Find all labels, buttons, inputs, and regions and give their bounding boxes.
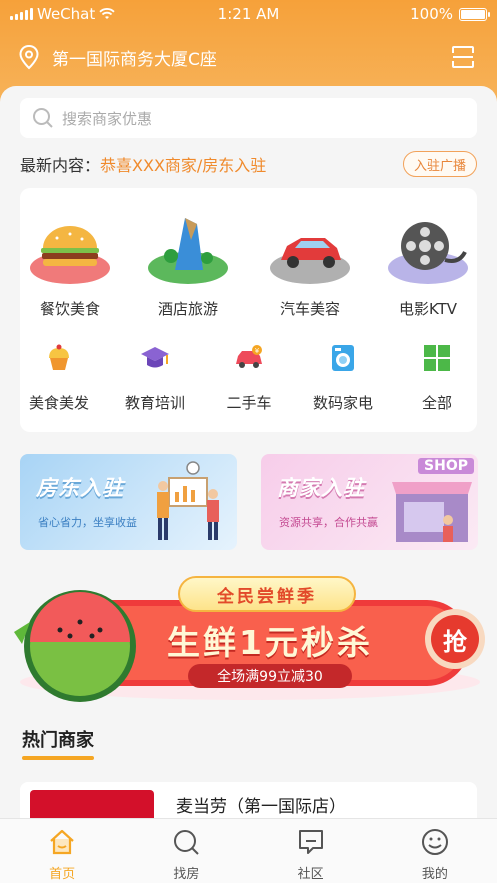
grab-button[interactable]: 抢 bbox=[431, 622, 479, 656]
tab-label: 首页 bbox=[49, 867, 76, 882]
join-broadcast-button[interactable]: 入驻广播 bbox=[402, 151, 477, 177]
news-ticker: 最新内容： 恭喜XXX商家/房东入驻 入驻广播 bbox=[20, 150, 477, 178]
tab-home[interactable]: 首页 bbox=[0, 819, 124, 883]
location-text: 第一国际商务大厦C座 bbox=[52, 49, 217, 70]
category-digital-appliance[interactable]: 数码家电 bbox=[298, 342, 388, 413]
category-label: 餐饮美食 bbox=[39, 300, 100, 318]
category-label: 二手车 bbox=[226, 394, 272, 412]
category-label: 全部 bbox=[421, 394, 452, 412]
profile-icon bbox=[421, 829, 448, 855]
battery-icon bbox=[459, 7, 490, 21]
category-car-care[interactable]: 汽车美容 bbox=[262, 210, 358, 319]
flash-sale-subline: 全场满99立减30 bbox=[188, 664, 352, 688]
community-icon bbox=[298, 830, 323, 854]
category-label: 汽车美容 bbox=[279, 300, 340, 318]
search-house-icon bbox=[174, 830, 200, 855]
category-label: 酒店旅游 bbox=[157, 300, 218, 318]
bottom-tab-bar: 首页 找房 社区 我的 bbox=[0, 818, 497, 883]
landlord-banner-subtitle: 省心省力，坐享收益 bbox=[38, 516, 137, 529]
island-icon bbox=[148, 218, 228, 284]
news-label: 最新内容： bbox=[20, 156, 101, 175]
flash-sale-banner[interactable]: 全民尝鲜季 生鲜1元秒杀 全场满99立减30 抢 bbox=[0, 572, 497, 702]
location-pin-icon bbox=[19, 44, 39, 70]
flash-sale-headline: 生鲜1元秒杀 bbox=[167, 623, 373, 662]
flash-sale-tag: 全民尝鲜季 bbox=[178, 576, 356, 612]
flash-sale-subline-text: 全场满99立减30 bbox=[217, 669, 323, 685]
used-car-icon: ¥ bbox=[236, 345, 262, 368]
category-label: 电影KTV bbox=[398, 300, 458, 318]
tab-label: 找房 bbox=[173, 867, 200, 882]
status-bar: WeChat 1:21 AM 100% bbox=[0, 0, 497, 30]
hot-merchants-underline bbox=[22, 756, 94, 760]
battery-label: 100% bbox=[410, 5, 453, 23]
search-bar[interactable]: 搜索商家优惠 bbox=[20, 98, 477, 138]
tab-label: 我的 bbox=[421, 867, 448, 882]
shop-sign: SHOP bbox=[418, 458, 474, 474]
tab-profile[interactable]: 我的 bbox=[373, 819, 497, 883]
category-education[interactable]: 教育培训 bbox=[110, 342, 200, 413]
category-food-hair[interactable]: 美食美发 bbox=[14, 342, 104, 413]
search-icon bbox=[33, 108, 53, 128]
news-headline[interactable]: 恭喜XXX商家/房东入驻 bbox=[100, 152, 266, 176]
tab-community[interactable]: 社区 bbox=[249, 819, 373, 883]
graduation-cap-icon bbox=[141, 347, 169, 368]
location-bar[interactable]: 第一国际商务大厦C座 bbox=[18, 40, 479, 74]
scan-icon[interactable] bbox=[449, 43, 477, 71]
landlord-banner-title: 房东入驻 bbox=[36, 476, 124, 500]
category-grid: 餐饮美食 酒店旅游 汽车美容 电影KTV 美食美发 教育培训 ¥ 二手车 数码家… bbox=[20, 188, 477, 432]
category-movie-ktv[interactable]: 电影KTV bbox=[380, 210, 476, 319]
landlord-join-banner[interactable]: 房东入驻 省心省力，坐享收益 bbox=[20, 454, 237, 550]
tab-find-house[interactable]: 找房 bbox=[124, 819, 248, 883]
merchant-banner-subtitle: 资源共享，合作共赢 bbox=[279, 516, 378, 529]
car-icon bbox=[270, 238, 350, 284]
film-reel-icon bbox=[388, 222, 468, 284]
cake-icon bbox=[49, 344, 69, 370]
washing-machine-icon bbox=[332, 345, 354, 371]
burger-icon bbox=[30, 226, 110, 284]
merchant-banner-title: 商家入驻 bbox=[277, 476, 365, 500]
home-icon bbox=[50, 829, 74, 855]
category-all[interactable]: 全部 bbox=[392, 342, 482, 413]
category-label: 美食美发 bbox=[28, 394, 89, 412]
category-label: 数码家电 bbox=[312, 394, 373, 412]
grid-icon bbox=[424, 345, 450, 371]
flash-sale-tag-text: 全民尝鲜季 bbox=[217, 586, 317, 607]
merchant-name: 麦当劳（第一国际店） bbox=[176, 797, 346, 817]
category-used-car[interactable]: ¥ 二手车 bbox=[204, 342, 294, 413]
business-people-illustration bbox=[157, 461, 219, 540]
merchant-join-banner[interactable]: 商家入驻 资源共享，合作共赢 SHOP bbox=[261, 454, 478, 550]
hot-merchants-title: 热门商家 bbox=[22, 730, 94, 751]
category-dining[interactable]: 餐饮美食 bbox=[22, 210, 118, 319]
search-placeholder: 搜索商家优惠 bbox=[62, 109, 153, 128]
category-hotel-travel[interactable]: 酒店旅游 bbox=[140, 210, 236, 319]
tab-label: 社区 bbox=[297, 867, 324, 882]
category-label: 教育培训 bbox=[124, 394, 185, 412]
svg-text:¥: ¥ bbox=[255, 347, 260, 355]
